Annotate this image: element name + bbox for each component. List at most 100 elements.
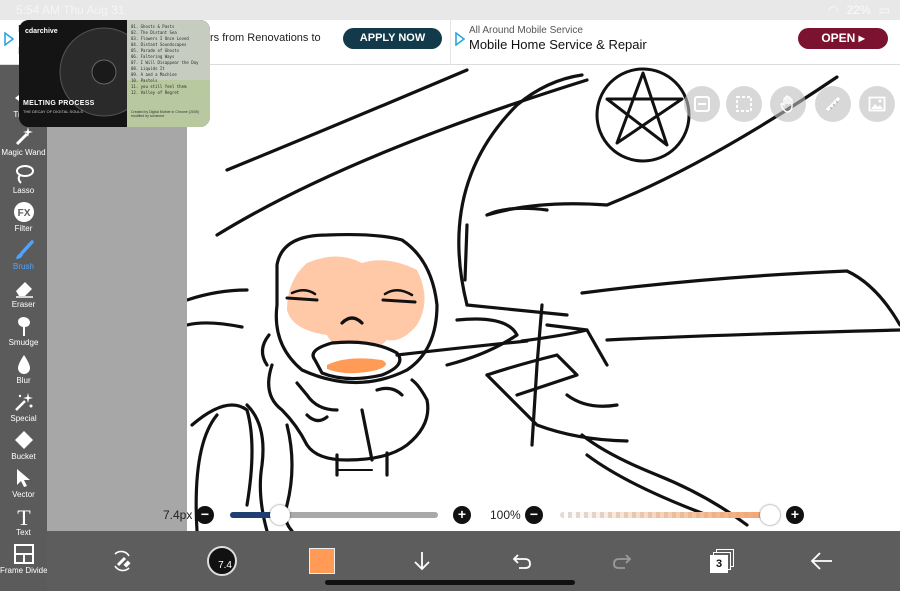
ad-left-text: rs from Renovations to bbox=[210, 32, 321, 44]
album-subtitle: THE DECAY OF DIGITAL SOULS bbox=[23, 109, 84, 114]
status-right: ◠ 22% ▭ bbox=[828, 3, 890, 17]
brush-icon bbox=[15, 240, 34, 259]
open-label: OPEN bbox=[821, 31, 856, 45]
album-title: MELTING PROCESS bbox=[23, 100, 95, 107]
battery-icon: ▭ bbox=[878, 3, 890, 17]
brush-sliders: 7.4px − + 100% − + bbox=[140, 500, 900, 530]
redo-button[interactable] bbox=[602, 541, 642, 581]
bottom-toolbar: 7.4 3 bbox=[47, 531, 900, 591]
bucket-icon bbox=[14, 431, 33, 449]
tool-filter[interactable]: FX Filter bbox=[0, 201, 47, 239]
eraser-icon bbox=[15, 282, 33, 298]
fx-icon: FX bbox=[13, 202, 34, 222]
tool-lasso[interactable]: Lasso bbox=[0, 163, 47, 201]
ad-choices-icon[interactable] bbox=[455, 32, 465, 46]
sparkle-icon bbox=[14, 393, 33, 411]
album-credit: Created by Digital Mother in Chrome (200… bbox=[131, 110, 199, 118]
tool-label: Brush bbox=[13, 262, 34, 271]
tool-bucket[interactable]: Bucket bbox=[0, 429, 47, 467]
track: 12. Valley of Regret bbox=[131, 90, 180, 95]
tool-label: Vector bbox=[12, 490, 35, 499]
tool-smudge[interactable]: Smudge bbox=[0, 315, 47, 353]
wifi-icon: ◠ bbox=[828, 3, 839, 17]
tool-text[interactable]: T Text bbox=[0, 505, 47, 543]
undo-button[interactable] bbox=[502, 541, 542, 581]
svg-text:FX: FX bbox=[17, 208, 30, 219]
swap-tools-icon bbox=[114, 550, 131, 572]
brush-preview-icon: 7.4 bbox=[207, 546, 237, 576]
blur-drop-icon bbox=[17, 355, 30, 374]
artwork bbox=[187, 67, 900, 531]
tool-label: Text bbox=[16, 528, 31, 537]
tool-label: Frame Divider bbox=[0, 566, 51, 575]
swap-brush-eraser-button[interactable] bbox=[102, 541, 142, 581]
lasso-icon bbox=[15, 165, 34, 184]
tool-eraser[interactable]: Eraser bbox=[0, 277, 47, 315]
tool-frame-divider[interactable]: Frame Divider bbox=[0, 543, 51, 581]
tool-label: Blur bbox=[16, 376, 31, 385]
image-icon bbox=[868, 96, 886, 112]
layer-transform-button[interactable] bbox=[684, 86, 720, 122]
ad-right-headline: Mobile Home Service & Repair bbox=[469, 37, 647, 52]
apply-now-button[interactable]: APPLY NOW bbox=[343, 28, 442, 49]
tool-label: Filter bbox=[14, 224, 33, 233]
transform-icon bbox=[694, 96, 710, 112]
home-indicator bbox=[325, 580, 575, 585]
save-download-button[interactable] bbox=[402, 541, 442, 581]
drawing-canvas[interactable] bbox=[187, 65, 900, 531]
arrow-left-icon bbox=[810, 552, 832, 570]
album-brand: cdarchive bbox=[25, 28, 58, 35]
tool-vector[interactable]: Vector bbox=[0, 467, 47, 505]
brush-settings-button[interactable]: 7.4 bbox=[202, 541, 242, 581]
ruler-icon bbox=[825, 96, 841, 112]
layer-count: 3 bbox=[715, 558, 723, 570]
brush-size-value: 7.4 bbox=[218, 560, 232, 571]
layers-button[interactable]: 3 bbox=[702, 541, 742, 581]
arrow-down-icon bbox=[414, 552, 430, 571]
color-picker-button[interactable] bbox=[302, 541, 342, 581]
opacity-slider-fill bbox=[560, 512, 770, 518]
tool-special[interactable]: Special bbox=[0, 391, 47, 429]
hand-tool-button[interactable] bbox=[770, 86, 806, 122]
opacity-decrease-button[interactable]: − bbox=[525, 506, 543, 524]
status-bar: 5:54 AM Thu Aug 31 ◠ 22% ▭ bbox=[0, 0, 900, 20]
tool-brush[interactable]: Brush bbox=[0, 239, 47, 277]
ad-right[interactable]: All Around Mobile Service Mobile Home Se… bbox=[450, 20, 900, 65]
selection-button[interactable] bbox=[726, 86, 762, 122]
magic-wand-icon bbox=[15, 127, 33, 146]
tool-magic-wand[interactable]: Magic Wand bbox=[0, 125, 47, 163]
selection-icon bbox=[736, 96, 752, 112]
redo-icon bbox=[613, 554, 632, 569]
tool-label: Eraser bbox=[11, 300, 36, 309]
cursor-arrow-icon bbox=[16, 469, 30, 487]
canvas-background bbox=[47, 65, 187, 531]
smudge-icon bbox=[17, 317, 30, 336]
hand-icon bbox=[780, 95, 793, 113]
opacity-increase-button[interactable]: + bbox=[786, 506, 804, 524]
size-decrease-button[interactable]: − bbox=[196, 506, 214, 524]
svg-text:T: T bbox=[17, 505, 31, 527]
size-increase-button[interactable]: + bbox=[453, 506, 471, 524]
undo-icon bbox=[512, 554, 531, 569]
album-tracklist: 01. Ghosts & Pasts 02. The Distant Sea 0… bbox=[131, 24, 208, 96]
status-time: 5:54 AM Thu Aug 31 bbox=[16, 3, 125, 17]
image-import-button[interactable] bbox=[859, 86, 895, 122]
text-icon: T bbox=[17, 505, 31, 527]
opacity-label: 100% bbox=[490, 508, 521, 522]
tool-label: Lasso bbox=[12, 186, 35, 195]
open-button[interactable]: OPEN ▸ bbox=[798, 28, 888, 49]
current-color-swatch bbox=[309, 548, 335, 574]
ad-choices-icon[interactable] bbox=[4, 32, 14, 46]
battery-percent: 22% bbox=[846, 3, 871, 17]
tool-sidebar: Trans Magic Wand Lasso FX Filter Brush E… bbox=[0, 65, 51, 591]
tool-label: Special bbox=[10, 414, 37, 423]
size-slider-thumb[interactable] bbox=[269, 505, 290, 525]
frame-divider-icon bbox=[13, 544, 34, 564]
back-button[interactable] bbox=[802, 541, 842, 581]
opacity-slider-track[interactable] bbox=[560, 512, 770, 518]
opacity-slider-thumb[interactable] bbox=[760, 505, 780, 525]
ruler-button[interactable] bbox=[815, 86, 851, 122]
pip-video-thumbnail[interactable]: cdarchive MELTING PROCESS THE DECAY OF D… bbox=[19, 20, 210, 127]
size-slider-track[interactable] bbox=[230, 512, 438, 518]
tool-blur[interactable]: Blur bbox=[0, 353, 47, 391]
